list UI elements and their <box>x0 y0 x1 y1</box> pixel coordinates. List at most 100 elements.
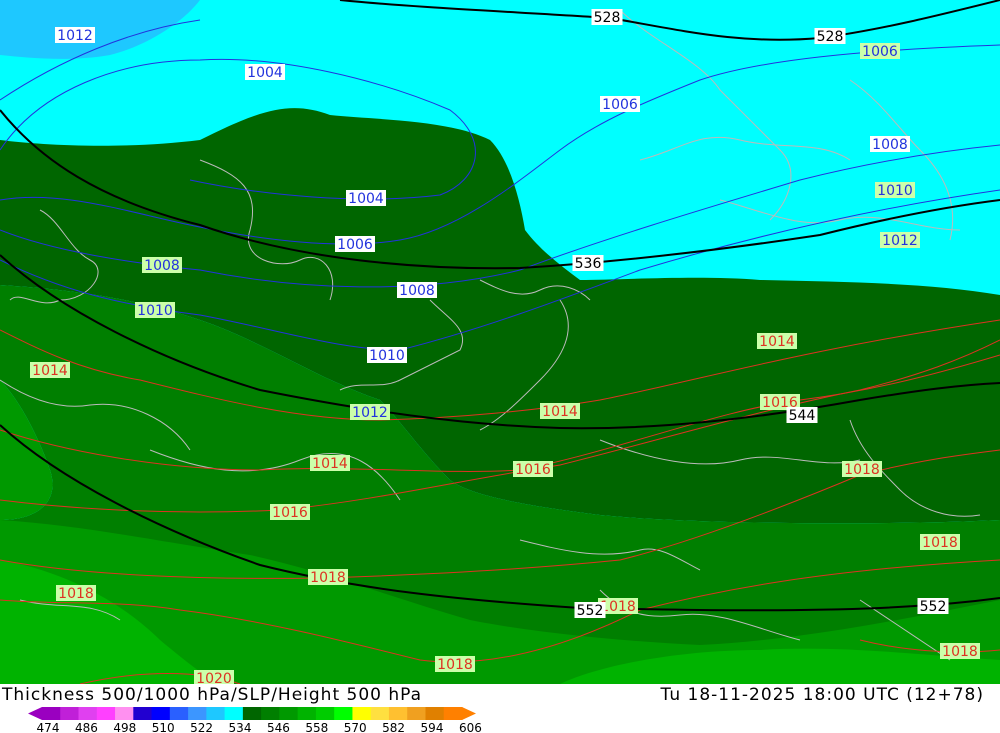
slp-label: 1014 <box>757 333 797 350</box>
slp-label: 1018 <box>920 534 960 551</box>
slp-label-text: 1018 <box>942 644 978 660</box>
slp-label: 1008 <box>142 257 182 274</box>
scale-swatch <box>370 707 390 720</box>
scale-swatch <box>188 707 207 720</box>
scale-swatch <box>425 707 445 720</box>
slp-label-text: 1012 <box>352 405 388 421</box>
valid-time: Tu 18-11-2025 18:00 UTC (12+78) <box>660 685 984 705</box>
slp-label-text: 1006 <box>862 44 898 60</box>
slp-label-text: 1012 <box>882 233 918 249</box>
slp-label: 1008 <box>870 136 910 153</box>
slp-label: 1006 <box>600 96 640 113</box>
scale-swatch <box>206 707 226 720</box>
slp-label-text: 1018 <box>437 657 473 673</box>
slp-label-text: 1006 <box>337 237 373 253</box>
scale-swatch <box>115 707 134 720</box>
slp-label-text: 1018 <box>58 586 94 602</box>
scale-swatch <box>242 707 262 720</box>
scale-tick-label: 594 <box>421 721 444 733</box>
slp-label-text: 1018 <box>922 535 958 551</box>
slp-label-text: 1010 <box>137 303 173 319</box>
slp-label: 1018 <box>940 643 980 660</box>
slp-label-text: 1008 <box>399 283 435 299</box>
height-label: 528 <box>814 28 846 45</box>
scale-swatch <box>279 707 299 720</box>
scale-swatch <box>315 707 335 720</box>
slp-label-text: 1006 <box>602 97 638 113</box>
slp-label: 1018 <box>308 569 348 586</box>
scale-swatch <box>352 707 372 720</box>
slp-label: 1004 <box>346 190 386 207</box>
slp-label: 1010 <box>135 302 175 319</box>
slp-label-text: 1018 <box>844 462 880 478</box>
scale-swatch <box>151 707 171 720</box>
slp-label-text: 1008 <box>144 258 180 274</box>
slp-label-text: 1008 <box>872 137 908 153</box>
height-label-text: 536 <box>575 256 602 272</box>
slp-label-text: 1014 <box>312 456 348 472</box>
scale-swatch <box>407 707 426 720</box>
slp-label: 1014 <box>540 403 580 420</box>
scale-swatch <box>60 707 80 720</box>
height-label: 528 <box>591 9 623 26</box>
slp-label: 1008 <box>397 282 437 299</box>
scale-swatch <box>133 707 153 720</box>
scale-tick-label: 510 <box>152 721 175 733</box>
slp-label: 1018 <box>435 656 475 673</box>
slp-label: 1010 <box>367 347 407 364</box>
scale-tick-label: 474 <box>37 721 60 733</box>
height-label: 552 <box>917 598 949 615</box>
footer: Thickness 500/1000 hPa/SLP/Height 500 hP… <box>0 684 1000 733</box>
slp-label: 1016 <box>270 504 310 521</box>
height-label-text: 528 <box>817 29 844 45</box>
slp-label-text: 1016 <box>515 462 551 478</box>
scale-swatch <box>443 707 463 720</box>
slp-label: 1018 <box>56 585 96 602</box>
scale-swatch <box>224 707 244 720</box>
scale-swatch <box>169 707 189 720</box>
slp-label-text: 1004 <box>348 191 384 207</box>
slp-label: 1018 <box>842 461 882 478</box>
height-label: 552 <box>574 602 606 619</box>
scale-tick-label: 498 <box>113 721 136 733</box>
slp-label-text: 1014 <box>542 404 578 420</box>
scale-tick-label: 546 <box>267 721 290 733</box>
height-label: 544 <box>786 407 818 424</box>
slp-label-text: 1016 <box>272 505 308 521</box>
map-title: Thickness 500/1000 hPa/SLP/Height 500 hP… <box>2 685 423 705</box>
slp-label-text: 1014 <box>32 363 68 379</box>
scale-tick-label: 534 <box>229 721 252 733</box>
slp-label: 1020 <box>194 670 234 684</box>
height-label-text: 528 <box>594 10 621 26</box>
scale-tick-label: 522 <box>190 721 213 733</box>
slp-label-text: 1018 <box>310 570 346 586</box>
scale-tick-label: 582 <box>382 721 405 733</box>
slp-label-text: 1012 <box>57 28 93 44</box>
slp-label-text: 1018 <box>600 599 636 615</box>
scale-swatch <box>334 707 353 720</box>
slp-label: 1014 <box>310 455 350 472</box>
height-label-text: 544 <box>789 408 816 424</box>
slp-label: 1012 <box>880 232 920 249</box>
scale-swatch <box>297 707 317 720</box>
scale-tick-label: 486 <box>75 721 98 733</box>
slp-label: 1004 <box>245 64 285 81</box>
scale-tick-label: 570 <box>344 721 367 733</box>
slp-label: 1006 <box>860 43 900 60</box>
height-label: 536 <box>572 255 604 272</box>
scale-swatch <box>42 707 61 720</box>
scale-swatch <box>261 707 280 720</box>
slp-label: 1012 <box>350 404 390 421</box>
height-label-text: 552 <box>577 603 604 619</box>
slp-label-text: 1004 <box>247 65 283 81</box>
scale-swatch <box>96 707 116 720</box>
scale-arrow-left <box>28 707 42 720</box>
slp-label: 1010 <box>875 182 915 199</box>
scale-arrow-right <box>462 707 476 720</box>
height-label-text: 552 <box>920 599 947 615</box>
scale-swatch <box>78 707 98 720</box>
slp-label-text: 1020 <box>196 671 232 684</box>
slp-label-text: 1010 <box>369 348 405 364</box>
slp-label: 1016 <box>513 461 553 478</box>
slp-label: 1006 <box>335 236 375 253</box>
